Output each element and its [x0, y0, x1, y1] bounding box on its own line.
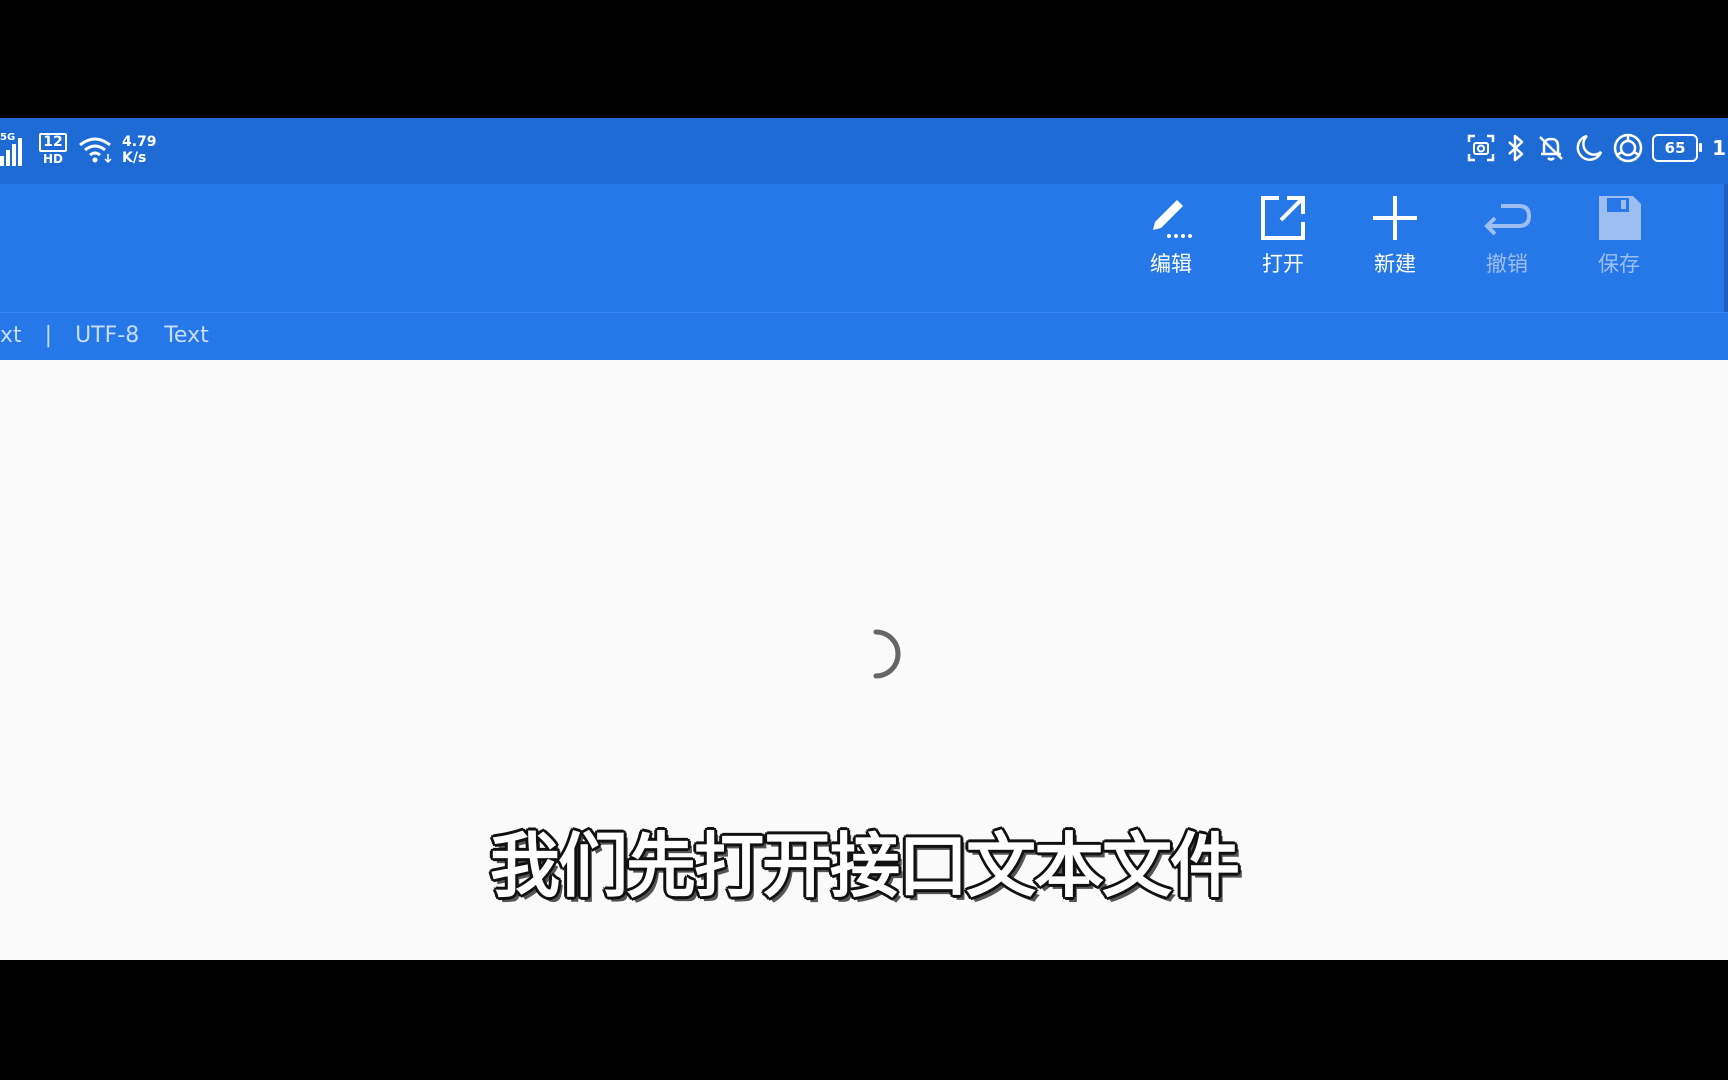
- encoding-label[interactable]: UTF-8: [75, 313, 139, 359]
- undo-icon: [1484, 204, 1532, 236]
- editor-content[interactable]: 我们先打开接口文本文件: [0, 360, 1728, 960]
- mute-bell-icon: [1539, 136, 1563, 161]
- vpn-icon: [1613, 133, 1643, 163]
- letterbox-top: [0, 0, 1728, 118]
- bluetooth-icon: [1508, 134, 1524, 162]
- hd-label: HD: [42, 152, 63, 166]
- file-info-bar: xt | UTF-8 Text: [0, 312, 1728, 361]
- status-left: 5G 12 HD 4.79 K/s: [0, 132, 157, 168]
- pencil-icon: [1153, 200, 1192, 238]
- battery-icon: 65: [1652, 134, 1703, 162]
- speed-unit: K/s: [122, 150, 147, 166]
- save-label: 保存: [1598, 252, 1640, 276]
- cellular-signal-icon: 5G: [0, 132, 28, 168]
- loading-spinner-icon: [873, 629, 901, 679]
- new-button[interactable]: 新建: [1350, 192, 1440, 278]
- clock: 1: [1712, 136, 1726, 160]
- toolbar-overflow-edge: [1724, 184, 1728, 312]
- network-speed: 4.79 K/s: [122, 134, 157, 166]
- sim-hd-icon: 12 HD: [38, 133, 68, 166]
- open-button[interactable]: 打开: [1238, 192, 1328, 278]
- info-separator: |: [44, 323, 53, 348]
- speed-value: 4.79: [122, 134, 157, 150]
- file-type: xt: [0, 323, 22, 348]
- open-external-icon: [1261, 196, 1305, 240]
- plus-icon: [1373, 196, 1417, 240]
- do-not-disturb-moon-icon: [1576, 134, 1603, 161]
- undo-button[interactable]: 撤销: [1462, 192, 1552, 278]
- sim-label: 12: [39, 133, 67, 152]
- status-bar: 5G 12 HD 4.79 K/s 65 1: [0, 118, 1728, 184]
- undo-label: 撤销: [1486, 252, 1528, 276]
- save-button[interactable]: 保存: [1574, 192, 1664, 278]
- edit-label: 编辑: [1150, 252, 1192, 276]
- save-icon: [1599, 196, 1641, 240]
- battery-level: 65: [1664, 139, 1686, 157]
- mode-label[interactable]: Text: [164, 313, 209, 359]
- screenshot-icon: [1467, 134, 1495, 162]
- network-type: 5G: [0, 132, 16, 143]
- status-right: 65 1: [1466, 132, 1726, 164]
- video-subtitle: 我们先打开接口文本文件: [490, 825, 1240, 907]
- edit-button[interactable]: 编辑: [1126, 192, 1216, 278]
- new-label: 新建: [1374, 252, 1416, 276]
- toolbar: 编辑 打开 新建 撤销 保存: [0, 184, 1728, 312]
- letterbox-bottom: [0, 960, 1728, 1080]
- wifi-icon: [79, 137, 112, 164]
- open-label: 打开: [1262, 252, 1304, 276]
